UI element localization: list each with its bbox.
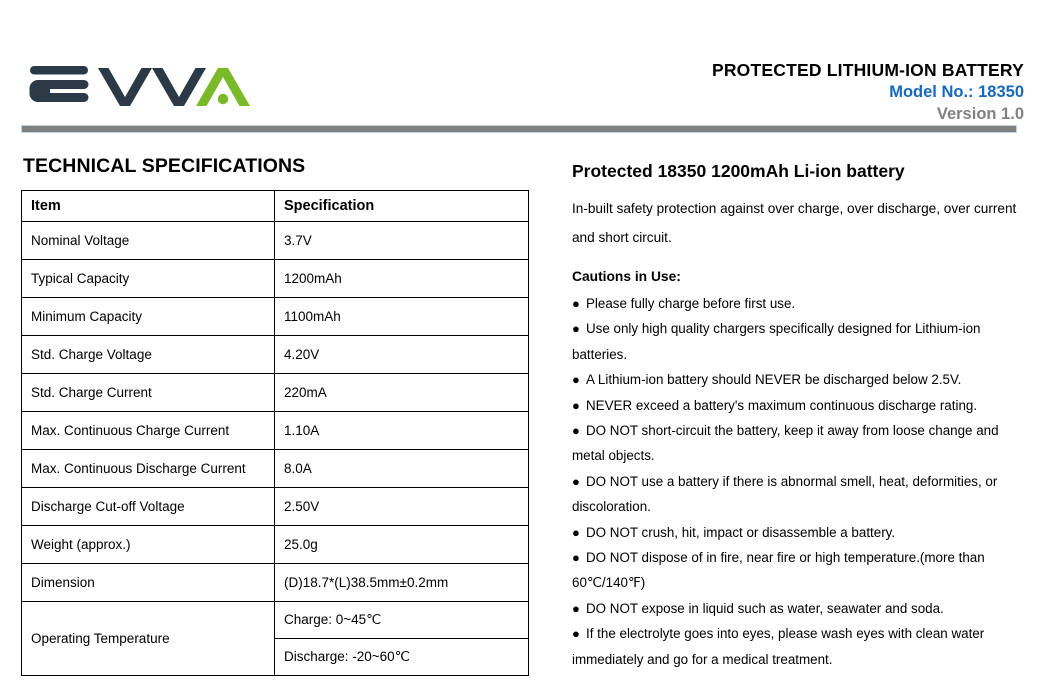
bullet-icon: ●	[572, 372, 580, 388]
bullet-icon: ●	[572, 473, 580, 489]
cell-item: Discharge Cut-off Voltage	[21, 487, 275, 526]
document-version: Version 1.0	[936, 105, 1024, 123]
list-item-text: DO NOT use a battery if there is abnorma…	[572, 473, 998, 515]
table-row: Weight (approx.) 25.0g	[21, 525, 529, 564]
table-header-row: Item Specification	[21, 190, 529, 222]
cell-spec: (D)18.7*(L)38.5mm±0.2mm	[274, 563, 529, 602]
list-item: ● NEVER exceed a battery's maximum contin…	[572, 393, 1022, 418]
list-item: ● Use only high quality chargers specific…	[572, 316, 1022, 367]
table-row: Nominal Voltage 3.7V	[21, 221, 529, 260]
cell-item: Std. Charge Current	[21, 373, 275, 412]
cell-spec: 25.0g	[274, 525, 529, 564]
cell-spec: 4.20V	[274, 335, 529, 374]
list-item-text: Please fully charge before first use.	[586, 296, 796, 311]
cautions-heading: Cautions in Use:	[572, 269, 681, 284]
cell-item: Max. Continuous Discharge Current	[21, 449, 275, 488]
cell-spec: 1200mAh	[274, 259, 529, 298]
bullet-icon: ●	[572, 550, 580, 566]
list-item: ● If the electrolyte goes into eyes, plea…	[572, 621, 1022, 672]
cell-spec: 2.50V	[274, 487, 529, 526]
header-divider-bar	[21, 125, 1017, 133]
cell-item: Nominal Voltage	[21, 221, 275, 260]
specifications-table: Item Specification Nominal Voltage 3.7V …	[21, 190, 529, 676]
column-header-specification: Specification	[274, 190, 529, 222]
cautions-list: ● Please fully charge before first use. ●…	[572, 291, 1022, 672]
column-header-item: Item	[21, 190, 275, 222]
list-item-text: If the electrolyte goes into eyes, pleas…	[572, 626, 985, 667]
cell-spec: 8.0A	[274, 449, 529, 488]
table-row: Max. Continuous Charge Current 1.10A	[21, 411, 529, 450]
list-item-text: DO NOT expose in liquid such as water, s…	[586, 600, 944, 616]
cell-item: Weight (approx.)	[21, 525, 275, 564]
table-row: Std. Charge Current 220mA	[21, 373, 529, 412]
table-row: Max. Continuous Discharge Current 8.0A	[21, 449, 529, 488]
list-item-text: DO NOT short-circuit the battery, keep i…	[572, 423, 999, 464]
list-item: ● DO NOT crush, hit, impact or disassembl…	[572, 520, 1022, 545]
cell-item: Typical Capacity	[21, 259, 275, 298]
cell-spec: 1.10A	[274, 411, 529, 450]
cell-spec-charge-temperature: Charge: 0~45℃	[274, 601, 529, 639]
cell-item: Max. Continuous Charge Current	[21, 411, 275, 450]
table-row: Std. Charge Voltage 4.20V	[21, 335, 529, 374]
table-row: Dimension (D)18.7*(L)38.5mm±0.2mm	[21, 563, 529, 602]
bullet-icon: ●	[572, 321, 580, 337]
cell-item: Std. Charge Voltage	[21, 335, 275, 374]
document-title: PROTECTED LITHIUM-ION BATTERY	[711, 60, 1024, 80]
list-item-text: Use only high quality chargers specifica…	[572, 321, 981, 362]
model-number: Model No.: 18350	[889, 83, 1024, 101]
cell-spec: 1100mAh	[274, 297, 529, 336]
product-title: Protected 18350 1200mAh Li-ion battery	[572, 161, 905, 181]
cell-spec-discharge-temperature: Discharge: -20~60℃	[274, 638, 529, 676]
cell-item: Minimum Capacity	[21, 297, 275, 336]
list-item: ● DO NOT expose in liquid such as water, …	[572, 596, 1022, 621]
cell-spec: 3.7V	[274, 221, 529, 260]
section-title: TECHNICAL SPECIFICATIONS	[23, 155, 306, 177]
list-item: ● DO NOT short-circuit the battery, keep …	[572, 418, 1022, 469]
table-row: Typical Capacity 1200mAh	[21, 259, 529, 298]
evva-logo	[28, 64, 258, 112]
bullet-icon: ●	[572, 524, 580, 540]
list-item-text: DO NOT dispose of in fire, near fire or …	[572, 550, 985, 591]
table-row-operating-temperature-charge: Operating Temperature Charge: 0~45℃	[21, 601, 529, 676]
list-item: ● DO NOT dispose of in fire, near fire or…	[572, 545, 1022, 596]
list-item-text: A Lithium-ion battery should NEVER be di…	[586, 372, 962, 388]
list-item: ● DO NOT use a battery if there is abnorm…	[572, 469, 1022, 520]
list-item: ● Please fully charge before first use.	[572, 291, 1022, 316]
bullet-icon: ●	[572, 626, 580, 642]
cell-item-operating-temperature: Operating Temperature	[21, 601, 275, 676]
page-header: PROTECTED LITHIUM-ION BATTERY Model No.:…	[0, 0, 1037, 123]
product-description-section: Protected 18350 1200mAh Li-ion battery I…	[572, 160, 1022, 672]
list-item-text: DO NOT crush, hit, impact or disassemble…	[586, 524, 896, 540]
list-item-text: NEVER exceed a battery's maximum continu…	[586, 397, 978, 413]
product-intro-text: In-built safety protection against over …	[572, 201, 1017, 245]
bullet-icon: ●	[572, 423, 580, 439]
bullet-icon: ●	[572, 397, 580, 413]
list-item: ● A Lithium-ion battery should NEVER be d…	[572, 367, 1022, 392]
table-row: Minimum Capacity 1100mAh	[21, 297, 529, 336]
cell-spec: 220mA	[274, 373, 529, 412]
table-row: Discharge Cut-off Voltage 2.50V	[21, 487, 529, 526]
bullet-icon: ●	[572, 296, 580, 311]
technical-specifications-section: TECHNICAL SPECIFICATIONS Item Specificat…	[21, 155, 531, 676]
bullet-icon: ●	[572, 600, 580, 616]
header-text-block: PROTECTED LITHIUM-ION BATTERY Model No.:…	[712, 60, 1024, 125]
cell-item: Dimension	[21, 563, 275, 602]
